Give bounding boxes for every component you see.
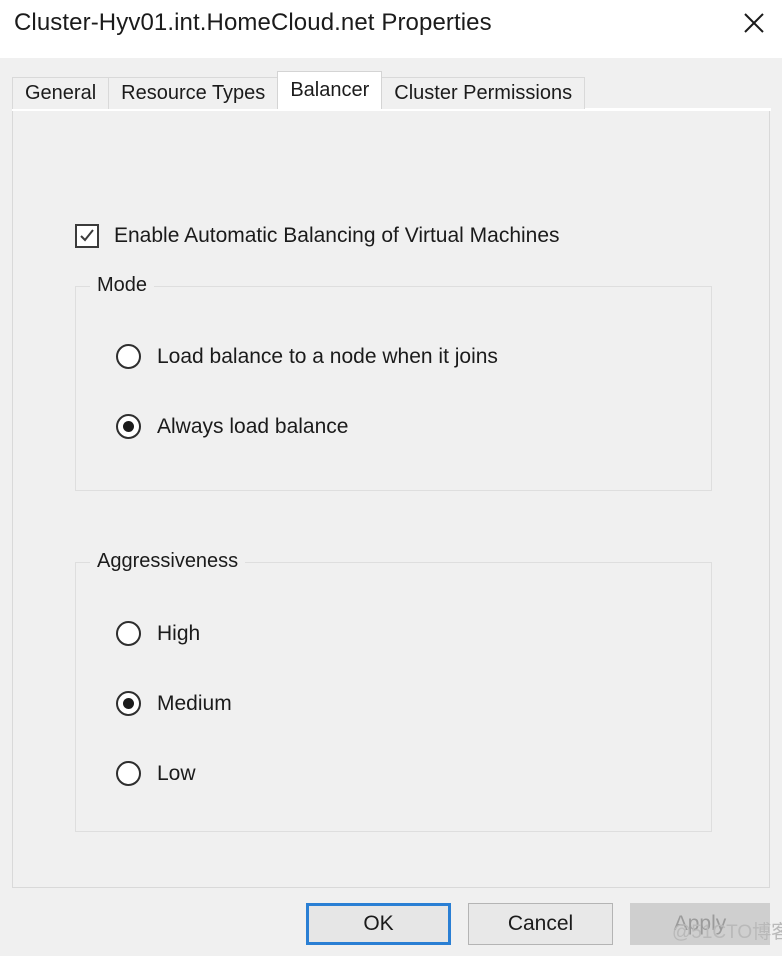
tab-balancer[interactable]: Balancer [277, 71, 383, 109]
tab-general[interactable]: General [12, 77, 110, 109]
window-title: Cluster-Hyv01.int.HomeCloud.net Properti… [14, 9, 492, 36]
radio-load-balance-on-join[interactable]: Load balance to a node when it joins [116, 344, 498, 369]
radio-aggressiveness-medium-label: Medium [157, 691, 232, 715]
radio-selected-icon [116, 414, 141, 439]
radio-selected-icon [116, 691, 141, 716]
ok-button-label: OK [363, 912, 394, 935]
cancel-button-label: Cancel [507, 912, 574, 935]
apply-button-label: Apply [673, 912, 727, 935]
enable-automatic-balancing-checkbox[interactable]: Enable Automatic Balancing of Virtual Ma… [75, 224, 560, 248]
tab-content-panel: Enable Automatic Balancing of Virtual Ma… [12, 108, 771, 888]
cancel-button[interactable]: Cancel [468, 903, 613, 945]
radio-always-load-balance[interactable]: Always load balance [116, 414, 348, 439]
dialog-footer: OK Cancel Apply [0, 903, 782, 956]
radio-aggressiveness-low[interactable]: Low [116, 761, 196, 786]
tab-resource-types[interactable]: Resource Types [108, 77, 279, 109]
tab-resource-types-label: Resource Types [121, 82, 266, 104]
radio-aggressiveness-high-label: High [157, 621, 201, 645]
tab-balancer-label: Balancer [290, 79, 370, 101]
radio-unselected-icon [116, 621, 141, 646]
radio-aggressiveness-low-label: Low [157, 761, 196, 785]
mode-group: Mode Load balance to a node when it join… [75, 274, 712, 491]
enable-automatic-balancing-label: Enable Automatic Balancing of Virtual Ma… [114, 224, 560, 247]
close-button[interactable] [726, 0, 782, 46]
radio-always-load-balance-label: Always load balance [157, 414, 349, 438]
radio-unselected-icon [116, 344, 141, 369]
tab-general-label: General [25, 82, 97, 104]
radio-load-balance-on-join-label: Load balance to a node when it joins [157, 344, 498, 368]
aggressiveness-group: Aggressiveness High Medium Low [75, 550, 712, 832]
radio-aggressiveness-high[interactable]: High [116, 621, 200, 646]
mode-group-title: Mode [90, 274, 155, 297]
tab-strip: General Resource Types Balancer Cluster … [12, 71, 586, 109]
aggressiveness-group-title: Aggressiveness [90, 550, 246, 573]
radio-aggressiveness-medium[interactable]: Medium [116, 691, 232, 716]
radio-unselected-icon [116, 761, 141, 786]
dialog-body: General Resource Types Balancer Cluster … [0, 58, 782, 956]
tab-cluster-permissions-label: Cluster Permissions [394, 82, 573, 104]
checkbox-checked-icon [75, 224, 99, 248]
close-icon [743, 12, 765, 34]
apply-button: Apply [630, 903, 770, 945]
title-bar: Cluster-Hyv01.int.HomeCloud.net Properti… [0, 0, 782, 58]
ok-button[interactable]: OK [306, 903, 451, 945]
tab-cluster-permissions[interactable]: Cluster Permissions [381, 77, 586, 109]
